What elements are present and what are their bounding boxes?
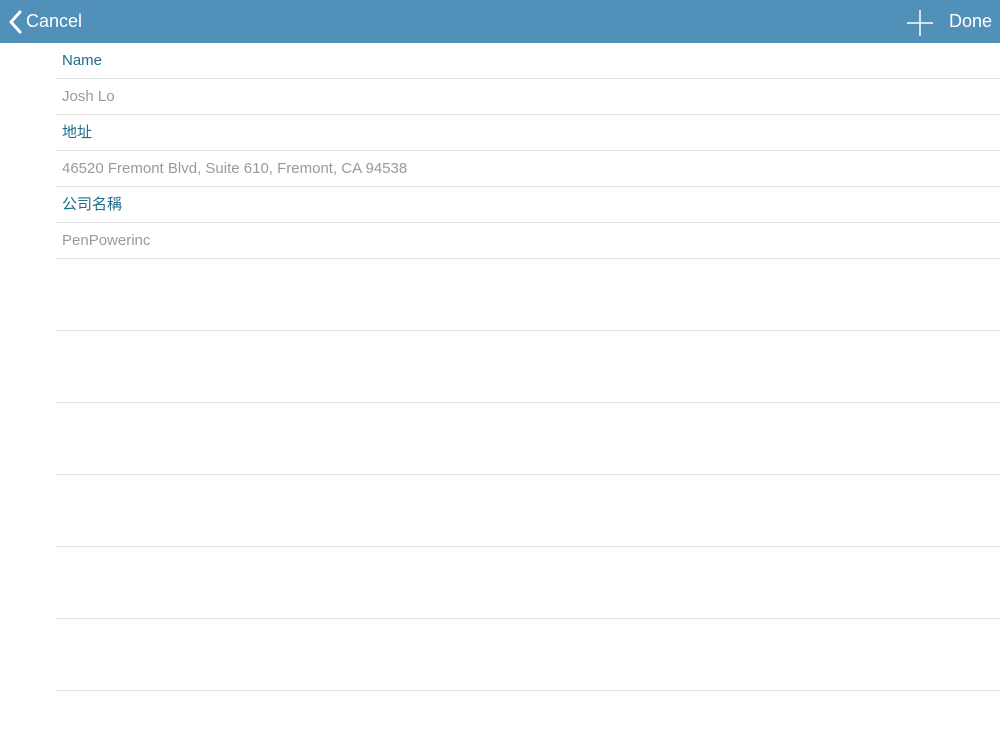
cancel-button[interactable]: Cancel bbox=[8, 0, 82, 43]
field-label-company: 公司名稱 bbox=[62, 196, 123, 213]
field-label-row: 地址 bbox=[56, 115, 1000, 151]
field-value-row[interactable]: Josh Lo bbox=[56, 79, 1000, 115]
plus-icon bbox=[906, 9, 934, 37]
field-label-address: 地址 bbox=[62, 124, 93, 141]
field-label-row: Name bbox=[56, 43, 1000, 79]
empty-row bbox=[56, 475, 1000, 547]
field-label-name: Name bbox=[62, 52, 103, 69]
done-button[interactable]: Done bbox=[949, 0, 992, 43]
field-label-row: 公司名稱 bbox=[56, 187, 1000, 223]
empty-row bbox=[56, 619, 1000, 691]
field-value-address[interactable]: 46520 Fremont Blvd, Suite 610, Fremont, … bbox=[62, 151, 407, 187]
empty-row bbox=[56, 403, 1000, 475]
chevron-left-icon bbox=[8, 10, 22, 34]
field-value-company[interactable]: PenPowerinc bbox=[62, 223, 150, 259]
contact-fields-list: Name Josh Lo 地址 46520 Fremont Blvd, Suit… bbox=[0, 43, 1000, 691]
field-value-row[interactable]: 46520 Fremont Blvd, Suite 610, Fremont, … bbox=[56, 151, 1000, 187]
empty-row bbox=[56, 547, 1000, 619]
cancel-label: Cancel bbox=[26, 11, 83, 31]
empty-row bbox=[56, 259, 1000, 331]
navigation-bar: Cancel Done bbox=[0, 0, 1000, 43]
field-value-name[interactable]: Josh Lo bbox=[62, 79, 115, 115]
field-value-row[interactable]: PenPowerinc bbox=[56, 223, 1000, 259]
add-field-button[interactable] bbox=[906, 9, 934, 37]
empty-row bbox=[56, 331, 1000, 403]
